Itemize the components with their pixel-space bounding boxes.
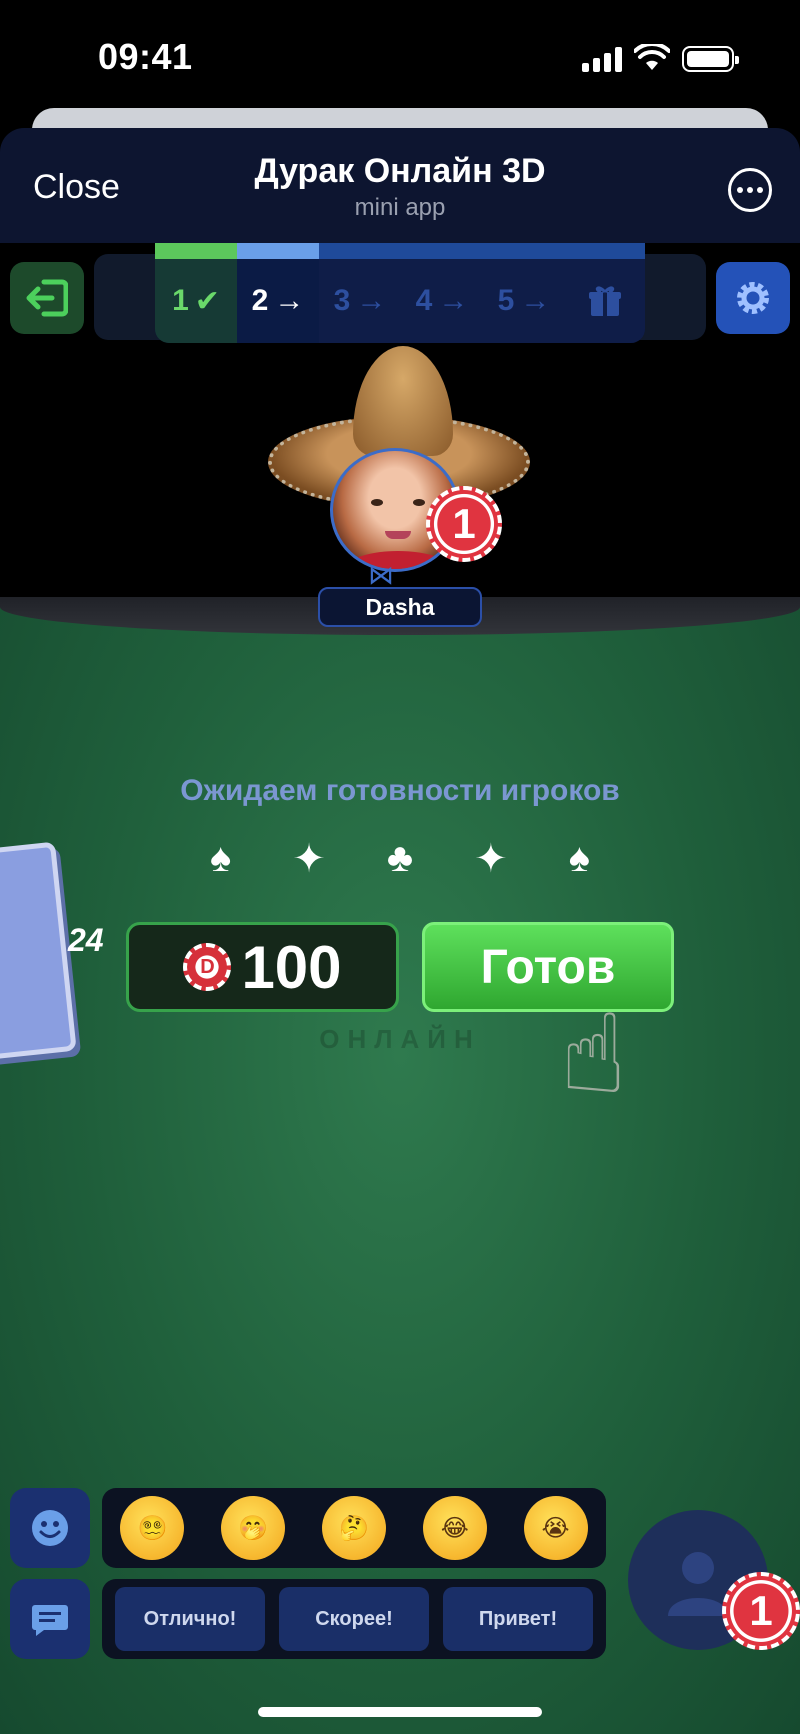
spade-icon: ♠ bbox=[568, 836, 590, 880]
step-4: 4 → bbox=[415, 284, 469, 317]
quick-phrases: Отлично! Скорее! Привет! bbox=[102, 1579, 606, 1659]
opponent-name: Dasha bbox=[318, 587, 482, 627]
more-options-button[interactable] bbox=[728, 168, 772, 212]
wifi-icon bbox=[634, 44, 670, 70]
home-indicator bbox=[258, 1707, 542, 1717]
phrase-hello[interactable]: Привет! bbox=[443, 1587, 593, 1651]
deck-count: 24 bbox=[68, 922, 104, 958]
step-5: 5 → bbox=[497, 284, 551, 317]
phrase-hurry[interactable]: Скорее! bbox=[279, 1587, 429, 1651]
arrow-right-icon: → bbox=[438, 284, 469, 317]
bet-value: 100 bbox=[241, 933, 342, 1001]
app-header: Close Дурак Онлайн 3D mini app bbox=[0, 128, 800, 243]
phrase-great[interactable]: Отлично! bbox=[115, 1587, 265, 1651]
coin-chip-icon: D bbox=[183, 943, 232, 991]
chat-icon bbox=[32, 1605, 68, 1636]
progress-segment-pending bbox=[319, 243, 645, 259]
step-1: 1 ✔ bbox=[155, 259, 237, 343]
emoji-laughing[interactable]: 😂 bbox=[422, 1496, 487, 1560]
emoji-thinking[interactable]: 🤔 bbox=[321, 1496, 386, 1560]
progress-segment-done bbox=[155, 243, 237, 259]
table-watermark: ОНЛАЙН bbox=[319, 1024, 481, 1054]
progress-segment-active bbox=[237, 243, 319, 259]
exit-game-button[interactable] bbox=[10, 262, 84, 334]
status-icons bbox=[582, 44, 739, 72]
diamond-icon: ✦ bbox=[474, 837, 508, 881]
status-time: 09:41 bbox=[98, 36, 193, 77]
battery-icon bbox=[682, 46, 739, 72]
chat-button[interactable] bbox=[10, 1579, 90, 1659]
app-subtitle: mini app bbox=[354, 194, 446, 221]
arrow-right-icon: → bbox=[520, 284, 551, 317]
check-icon: ✔ bbox=[194, 284, 220, 318]
emoji-reactions: 😵‍💫 🤭 🤔 😂 😭 bbox=[102, 1488, 606, 1568]
arrow-right-icon: → bbox=[356, 284, 387, 317]
sombrero-crown bbox=[353, 346, 453, 456]
smiley-icon bbox=[32, 1510, 68, 1546]
app-title: Дурак Онлайн 3D bbox=[254, 152, 546, 190]
cellular-signal-icon bbox=[582, 46, 622, 72]
arrow-right-icon: → bbox=[274, 284, 305, 317]
emoji-dizzy[interactable]: 😵‍💫 bbox=[120, 1496, 185, 1560]
club-icon: ♣ bbox=[386, 836, 414, 880]
ready-button[interactable]: Готов bbox=[422, 922, 674, 1012]
gear-icon bbox=[737, 282, 769, 314]
emoji-button[interactable] bbox=[10, 1488, 90, 1568]
gift-icon bbox=[565, 259, 645, 343]
settings-button[interactable] bbox=[716, 262, 790, 334]
opponent-avatar[interactable]: ⋈ 1 bbox=[268, 346, 538, 590]
pointing-hand-icon: ☝ bbox=[560, 993, 627, 1116]
bet-amount[interactable]: D 100 bbox=[126, 922, 399, 1012]
opponent-badge: 1 bbox=[426, 486, 502, 562]
tutorial-progress: 1 ✔ 2 → 3 → 4 → 5 → bbox=[155, 243, 645, 343]
status-bar: 09:41 bbox=[0, 0, 800, 110]
diamond-icon: ✦ bbox=[292, 837, 326, 881]
step-2: 2 → bbox=[237, 259, 319, 343]
emoji-hand-over-mouth[interactable]: 🤭 bbox=[221, 1496, 286, 1560]
progress-bars bbox=[155, 243, 645, 259]
player-badge: 1 bbox=[722, 1572, 800, 1650]
spade-icon: ♠ bbox=[210, 836, 232, 880]
waiting-status: Ожидаем готовности игроков bbox=[180, 774, 620, 807]
exit-icon bbox=[26, 279, 68, 317]
emoji-crying[interactable]: 😭 bbox=[523, 1496, 588, 1560]
progress-steps: 1 ✔ 2 → 3 → 4 → 5 → bbox=[155, 259, 645, 343]
step-3: 3 → bbox=[333, 284, 387, 317]
suit-indicators: ♠ ✦ ♣ ✦ ♠ bbox=[210, 836, 590, 882]
